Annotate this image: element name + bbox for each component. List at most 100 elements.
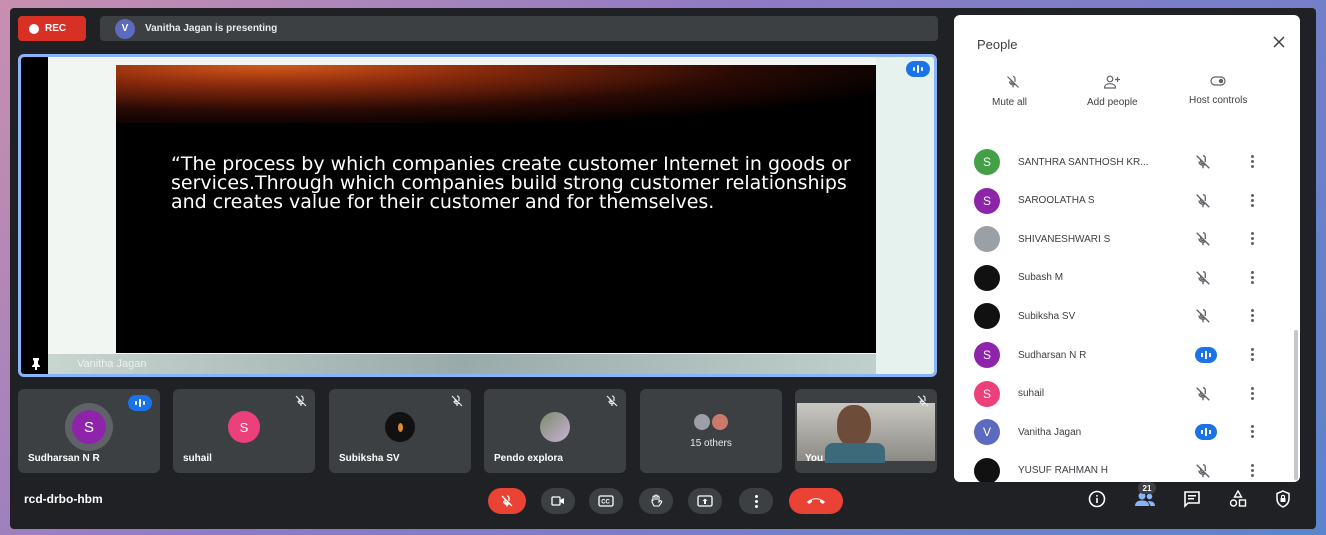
mic-off-icon[interactable] [1195,193,1211,214]
avatar: S [65,403,113,451]
participant-name: YUSUF RAHMAN H [1018,465,1109,477]
mic-off-icon[interactable] [1195,154,1211,175]
avatar [385,412,415,442]
participant-row[interactable]: Subash M [954,259,1294,297]
tile-name: Subiksha SV [339,453,400,464]
participant-name: suhail [1018,388,1045,400]
more-vert-icon[interactable] [1251,155,1254,168]
activities-button[interactable] [1229,490,1247,508]
avatar-initial: S [72,410,106,444]
slide-text: “The process by which companies create c… [171,153,851,213]
add-person-icon [1104,75,1121,89]
participant-tile[interactable]: Subiksha SV [329,389,471,473]
more-vert-icon[interactable] [1251,463,1254,477]
presenter-avatar: V [115,18,135,39]
captions-button[interactable]: CC [589,488,623,514]
mute-all-label: Mute all [992,97,1028,108]
hang-up-icon [807,498,825,504]
speaking-indicator-icon[interactable] [1195,347,1217,363]
add-people-label: Add people [1087,97,1138,108]
speaking-indicator-icon[interactable] [1195,424,1217,441]
participant-row[interactable]: YUSUF RAHMAN H [954,452,1294,482]
participant-tile[interactable]: S suhail [173,389,315,473]
mute-all-button[interactable]: Mute all [992,75,1027,108]
participant-row[interactable]: S SAROOLATHA S [954,182,1294,220]
more-vert-icon[interactable] [1251,270,1254,284]
stage-name-label: Vanitha Jagan [31,358,147,370]
mic-off-icon [451,395,463,407]
meeting-code: rcd-drbo-hbm [24,492,103,506]
present-icon [697,495,713,507]
avatar: V [974,419,1000,446]
leave-call-button[interactable] [789,488,843,514]
recording-label: REC [45,23,67,34]
close-icon[interactable] [1272,35,1286,49]
info-icon [1088,490,1106,508]
avatar [974,303,1000,330]
more-vert-icon[interactable] [1251,425,1254,439]
chat-icon [1184,491,1200,508]
participant-count-badge: 21 [1138,482,1156,494]
avatar: S [228,411,260,443]
avatar [694,413,710,430]
mic-off-icon [606,395,618,407]
slide: “The process by which companies create c… [116,65,876,353]
raise-hand-button[interactable] [639,488,673,514]
presentation-stage[interactable]: “The process by which companies create c… [18,54,937,377]
avatar: S [974,187,1000,214]
recording-indicator: REC [18,16,86,41]
tile-name: suhail [183,453,212,464]
participant-row[interactable]: V Vanitha Jagan [954,413,1294,451]
more-vert-icon[interactable] [1251,386,1254,400]
stage-bottom-strip [48,354,876,374]
add-people-button[interactable]: Add people [1087,75,1138,108]
participant-row[interactable]: Ssuhail [954,375,1294,413]
speaking-indicator-icon [906,61,930,77]
svg-text:CC: CC [601,500,610,506]
more-vert-icon[interactable] [1251,232,1254,246]
meeting-info-button[interactable] [1088,490,1106,508]
avatar: S [974,342,1000,368]
participant-row[interactable]: Subiksha SV [954,297,1294,335]
more-vert-icon [754,494,758,508]
presenter-name: Vanitha Jagan [77,358,147,370]
more-vert-icon[interactable] [1251,193,1254,207]
more-vert-icon[interactable] [1251,309,1254,323]
participant-tile[interactable]: Pendo explora [484,389,626,473]
activities-icon [1229,490,1247,507]
pin-icon[interactable] [31,358,41,370]
mic-off-icon [1006,75,1019,88]
participant-row[interactable]: S Sudharsan N R [954,336,1294,374]
mic-toggle-button[interactable] [488,488,526,514]
presenting-banner: V Vanitha Jagan is presenting [100,16,938,41]
self-video-tile[interactable]: You [795,389,937,473]
camera-toggle-button[interactable] [541,488,575,514]
avatar: S [974,149,1000,175]
people-panel: People Mute all Add people Host controls… [954,15,1300,482]
more-vert-icon[interactable] [1251,348,1254,361]
participant-row[interactable]: S SANTHRA SANTHOSH KR... [954,143,1294,181]
panel-title: People [977,37,1018,52]
host-controls-action[interactable]: Host controls [1189,75,1247,106]
toggle-icon [1210,76,1226,86]
mic-off-icon[interactable] [1195,463,1211,482]
chat-button[interactable] [1183,490,1201,508]
avatar [974,226,1000,253]
present-button[interactable] [688,488,722,514]
hand-icon [651,494,663,507]
avatar [974,264,1000,291]
avatar [540,412,570,442]
mic-off-icon[interactable] [1195,270,1211,291]
participant-tile[interactable]: S Sudharsan N R [18,389,160,473]
host-controls-button[interactable] [1275,490,1291,508]
panel-scrollbar[interactable] [1294,330,1298,480]
mic-off-icon[interactable] [1195,231,1211,252]
participant-name: Vanitha Jagan [1018,426,1082,438]
mic-off-icon[interactable] [1195,308,1211,329]
others-tile[interactable]: 15 others [640,389,782,473]
avatar: S [974,380,1000,407]
participant-name: SHIVANESHWARI S [1018,233,1111,245]
more-options-button[interactable] [739,488,773,514]
mic-off-icon[interactable] [1195,386,1211,407]
participant-row[interactable]: SHIVANESHWARI S [954,220,1294,258]
